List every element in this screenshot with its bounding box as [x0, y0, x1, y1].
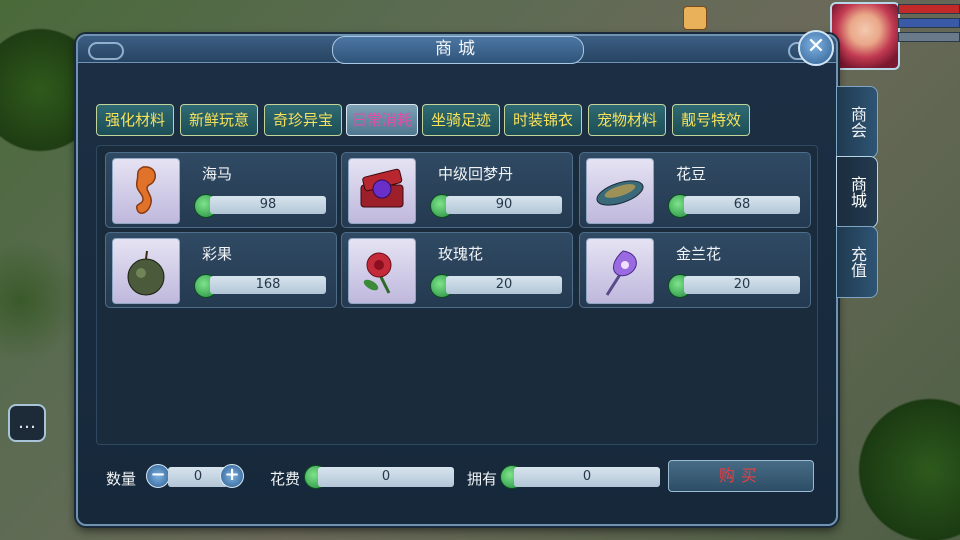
plus-icon[interactable]: +	[220, 464, 244, 488]
buy-button[interactable]: 购买	[668, 460, 814, 492]
close-icon[interactable]: ✕	[798, 30, 834, 66]
item-price: 98	[210, 196, 326, 214]
panel-title: 商城	[332, 36, 584, 64]
list-item[interactable]: 花豆 68	[579, 152, 811, 228]
tab-treasures[interactable]: 奇珍异宝	[264, 104, 342, 136]
minus-icon[interactable]: −	[146, 464, 170, 488]
owned-value: 0	[514, 467, 660, 487]
tab-fashion[interactable]: 时装锦衣	[504, 104, 582, 136]
item-name: 花豆	[676, 165, 707, 183]
hp-bar	[898, 4, 960, 14]
orchid-icon	[586, 238, 654, 304]
title-bar: 商城	[78, 36, 836, 64]
owned-label: 拥有	[467, 470, 498, 488]
quantity-stepper[interactable]: 0	[168, 467, 228, 487]
tab-daily-consumables[interactable]: 日常消耗	[346, 104, 418, 136]
item-price: 168	[210, 276, 326, 294]
item-price: 68	[684, 196, 800, 214]
chat-bubble-icon[interactable]: …	[8, 404, 46, 442]
list-item[interactable]: 彩果 168	[105, 232, 337, 308]
tab-novelties[interactable]: 新鲜玩意	[180, 104, 258, 136]
swirl-ornament-left	[88, 42, 124, 60]
item-name: 海马	[202, 165, 233, 183]
cost-label: 花费	[270, 470, 301, 488]
tab-mall[interactable]: 商城	[836, 156, 878, 228]
tab-enhance-materials[interactable]: 强化材料	[96, 104, 174, 136]
bean-icon	[586, 158, 654, 224]
quantity-label: 数量	[106, 470, 137, 488]
tab-mount-footprints[interactable]: 坐骑足迹	[422, 104, 500, 136]
item-name: 中级回梦丹	[438, 165, 514, 183]
seahorse-icon	[112, 158, 180, 224]
tab-chamber-of-commerce[interactable]: 商会	[836, 86, 878, 158]
mp-bar	[898, 18, 960, 28]
item-name: 彩果	[202, 245, 233, 263]
pill-box-icon	[348, 158, 416, 224]
item-price: 20	[446, 276, 562, 294]
item-name: 玫瑰花	[438, 245, 484, 263]
item-price: 20	[684, 276, 800, 294]
item-list: 海马 98 中级回梦丹 90 花豆 68 彩果 168 玫瑰花 20 金兰花 2…	[96, 145, 818, 445]
list-item[interactable]: 玫瑰花 20	[341, 232, 573, 308]
fruit-icon	[112, 238, 180, 304]
list-item[interactable]: 中级回梦丹 90	[341, 152, 573, 228]
tab-pet-materials[interactable]: 宠物材料	[588, 104, 666, 136]
item-price: 90	[446, 196, 562, 214]
list-item[interactable]: 金兰花 20	[579, 232, 811, 308]
tab-special-effects[interactable]: 靓号特效	[672, 104, 750, 136]
player-avatar[interactable]	[830, 2, 900, 70]
list-item[interactable]: 海马 98	[105, 152, 337, 228]
exp-bar	[898, 32, 960, 42]
cost-value: 0	[318, 467, 454, 487]
item-name: 金兰花	[676, 245, 722, 263]
rose-icon	[348, 238, 416, 304]
tab-recharge[interactable]: 充值	[836, 226, 878, 298]
pet-icon[interactable]	[683, 6, 707, 30]
